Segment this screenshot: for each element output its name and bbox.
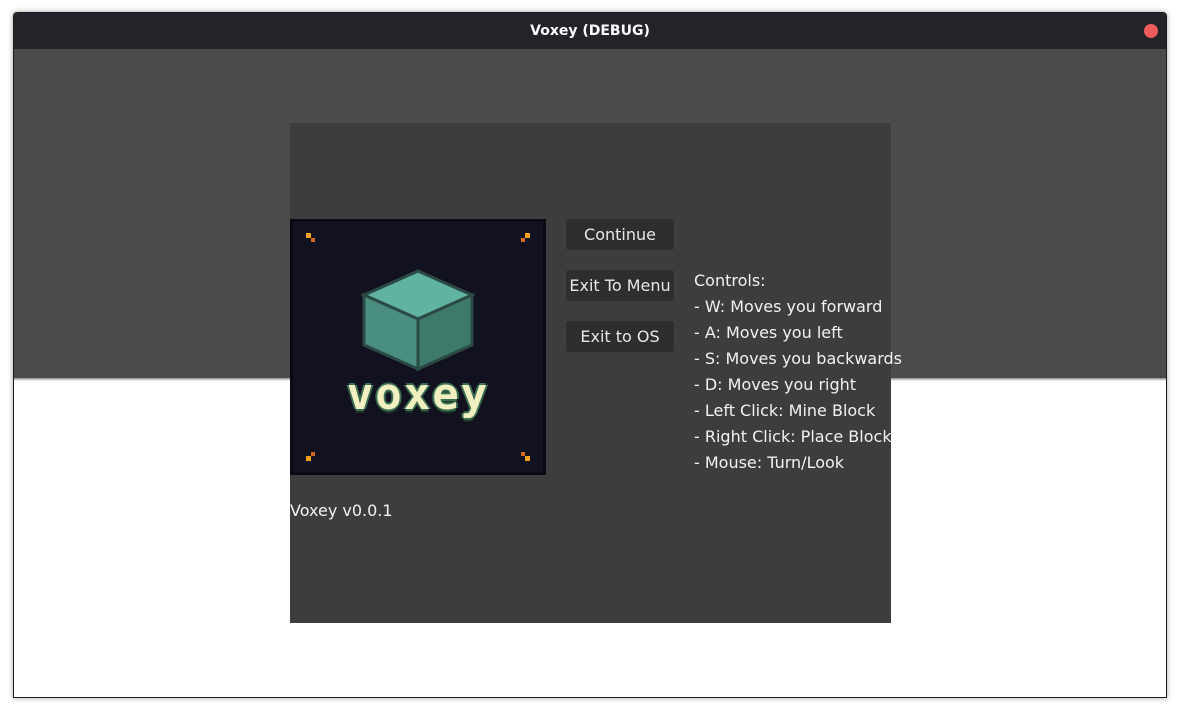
game-window: Voxey (DEBUG) voxey Continue Exit To Men… bbox=[13, 12, 1167, 698]
continue-button[interactable]: Continue bbox=[566, 219, 674, 250]
controls-item: - A: Moves you left bbox=[694, 323, 843, 342]
exit-to-menu-button[interactable]: Exit To Menu bbox=[566, 270, 674, 301]
titlebar[interactable]: Voxey (DEBUG) bbox=[14, 13, 1166, 49]
version-label: Voxey v0.0.1 bbox=[290, 501, 393, 520]
voxel-cube-icon bbox=[360, 269, 476, 372]
controls-item: - W: Moves you forward bbox=[694, 297, 883, 316]
exit-to-os-button[interactable]: Exit to OS bbox=[566, 321, 674, 352]
controls-item: - D: Moves you right bbox=[694, 375, 857, 394]
window-title: Voxey (DEBUG) bbox=[530, 23, 650, 39]
controls-heading: Controls: bbox=[694, 271, 766, 290]
logo-wordmark: voxey bbox=[346, 369, 490, 420]
controls-item: - Mouse: Turn/Look bbox=[694, 453, 845, 472]
voxey-logo: voxey bbox=[290, 219, 546, 475]
pause-menu-panel: voxey Continue Exit To Menu Exit to OS C… bbox=[290, 123, 902, 623]
controls-item: - S: Moves you backwards bbox=[694, 349, 903, 368]
game-viewport[interactable]: voxey Continue Exit To Menu Exit to OS C… bbox=[14, 49, 1166, 697]
controls-item: - Right Click: Place Block bbox=[694, 427, 892, 446]
controls-item: - Left Click: Mine Block bbox=[694, 401, 876, 420]
controls-help: Controls: - W: Moves you forward - A: Mo… bbox=[694, 268, 902, 476]
close-window-button[interactable] bbox=[1144, 24, 1158, 38]
